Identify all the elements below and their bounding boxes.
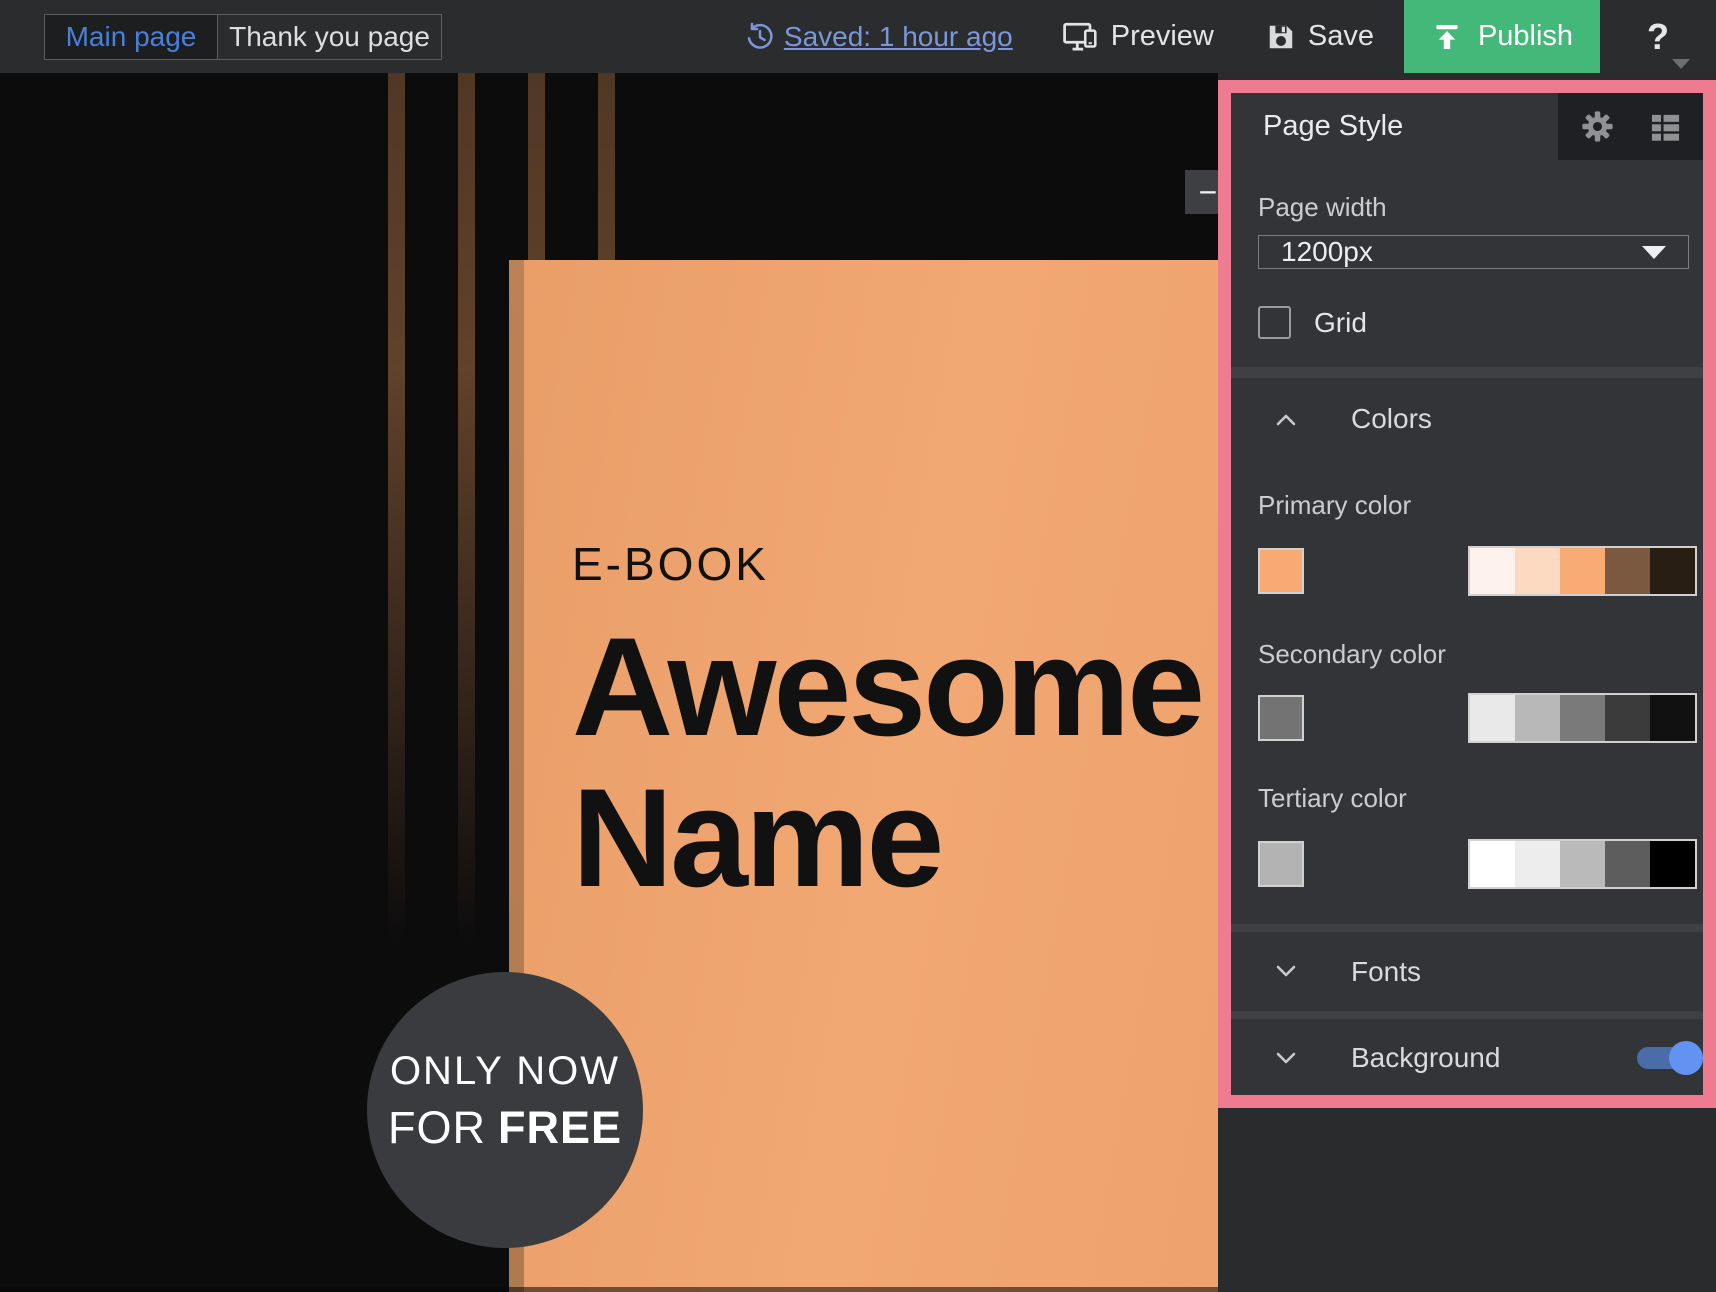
panel-mode-icons (1558, 93, 1703, 160)
gear-icon[interactable] (1581, 110, 1614, 143)
tab-thank-you-page[interactable]: Thank you page (217, 15, 441, 59)
top-toolbar: Main page Thank you page Saved: 1 hour a… (0, 0, 1716, 73)
page-width-label: Page width (1258, 192, 1703, 223)
publish-label: Publish (1478, 20, 1573, 53)
help-button[interactable]: ? (1600, 0, 1716, 73)
publish-button[interactable]: Publish (1404, 0, 1600, 73)
tertiary-color-row (1258, 839, 1697, 889)
palette-cell[interactable] (1650, 548, 1695, 594)
primary-color-row (1258, 546, 1697, 596)
palette-cell[interactable] (1470, 841, 1515, 887)
preview-button[interactable]: Preview (1063, 20, 1214, 53)
palette-cell[interactable] (1515, 841, 1560, 887)
saved-status-label: Saved: 1 hour ago (784, 21, 1013, 53)
ebook-kicker-text: E-BOOK (572, 537, 1202, 591)
palette-cell[interactable] (1650, 841, 1695, 887)
fonts-section-label: Fonts (1351, 956, 1421, 988)
badge-line1: ONLY NOW (390, 1049, 620, 1094)
layers-list-icon[interactable] (1650, 111, 1681, 142)
background-section-label: Background (1351, 1042, 1500, 1074)
fonts-section-header[interactable]: Fonts (1231, 932, 1703, 1011)
palette-cell[interactable] (1560, 841, 1605, 887)
tertiary-color-label: Tertiary color (1258, 783, 1703, 814)
section-divider (1231, 924, 1703, 932)
editor-window: Main page Thank you page Saved: 1 hour a… (0, 0, 1716, 1292)
grid-option-row: Grid (1258, 306, 1703, 339)
page-width-value: 1200px (1281, 236, 1373, 268)
preview-label: Preview (1111, 20, 1214, 53)
panel-header: Page Style (1231, 93, 1703, 160)
badge-line2: FORFREE (388, 1102, 622, 1154)
chevron-up-icon (1276, 413, 1296, 426)
minus-icon: − (1199, 174, 1218, 211)
toggle-knob (1669, 1041, 1703, 1075)
cover-title-text: Awesome Name (572, 611, 1202, 913)
chevron-down-icon (1276, 965, 1296, 978)
floppy-save-icon (1266, 22, 1296, 52)
secondary-color-label: Secondary color (1258, 639, 1703, 670)
save-label: Save (1308, 20, 1374, 53)
secondary-color-row (1258, 693, 1697, 743)
section-divider (1231, 1011, 1703, 1019)
colors-section-label: Colors (1351, 403, 1432, 435)
question-mark-icon: ? (1647, 16, 1669, 58)
palette-cell[interactable] (1605, 695, 1650, 741)
grid-label: Grid (1314, 307, 1367, 339)
preview-devices-icon (1063, 22, 1099, 52)
tertiary-color-swatch[interactable] (1258, 841, 1304, 887)
secondary-color-swatch[interactable] (1258, 695, 1304, 741)
tab-main-page[interactable]: Main page (45, 15, 217, 59)
chevron-down-icon (1276, 1052, 1296, 1065)
page-bottom-edge (0, 1287, 1218, 1292)
dropdown-caret-icon (1642, 246, 1666, 259)
palette-cell[interactable] (1605, 841, 1650, 887)
palette-cell[interactable] (1560, 695, 1605, 741)
primary-color-label: Primary color (1258, 490, 1703, 521)
decor-stripe (458, 73, 475, 1063)
palette-cell[interactable] (1470, 695, 1515, 741)
primary-color-palette (1468, 546, 1697, 596)
palette-cell[interactable] (1515, 695, 1560, 741)
save-button[interactable]: Save (1266, 20, 1374, 53)
page-style-panel: Page Style (1218, 80, 1716, 1108)
history-clock-icon (745, 22, 775, 52)
background-toggle[interactable] (1635, 1040, 1703, 1076)
palette-cell[interactable] (1470, 548, 1515, 594)
palette-cell[interactable] (1605, 548, 1650, 594)
grid-checkbox[interactable] (1258, 306, 1291, 339)
upload-publish-icon (1431, 21, 1463, 53)
page-tabs: Main page Thank you page (44, 14, 442, 60)
palette-cell[interactable] (1650, 695, 1695, 741)
page-width-dropdown[interactable]: 1200px (1258, 235, 1689, 269)
tertiary-color-palette (1468, 839, 1697, 889)
section-divider (1231, 367, 1703, 378)
background-section-header[interactable]: Background (1231, 1019, 1703, 1097)
panel-title: Page Style (1263, 110, 1403, 143)
saved-status-link[interactable]: Saved: 1 hour ago (745, 21, 1013, 53)
palette-cell[interactable] (1515, 548, 1560, 594)
secondary-color-palette (1468, 693, 1697, 743)
palette-cell[interactable] (1560, 548, 1605, 594)
free-offer-badge[interactable]: ONLY NOW FORFREE (367, 972, 643, 1248)
colors-section-header[interactable]: Colors (1231, 378, 1703, 460)
decor-stripe (388, 73, 405, 1063)
chevron-down-icon (1672, 59, 1690, 69)
primary-color-swatch[interactable] (1258, 548, 1304, 594)
